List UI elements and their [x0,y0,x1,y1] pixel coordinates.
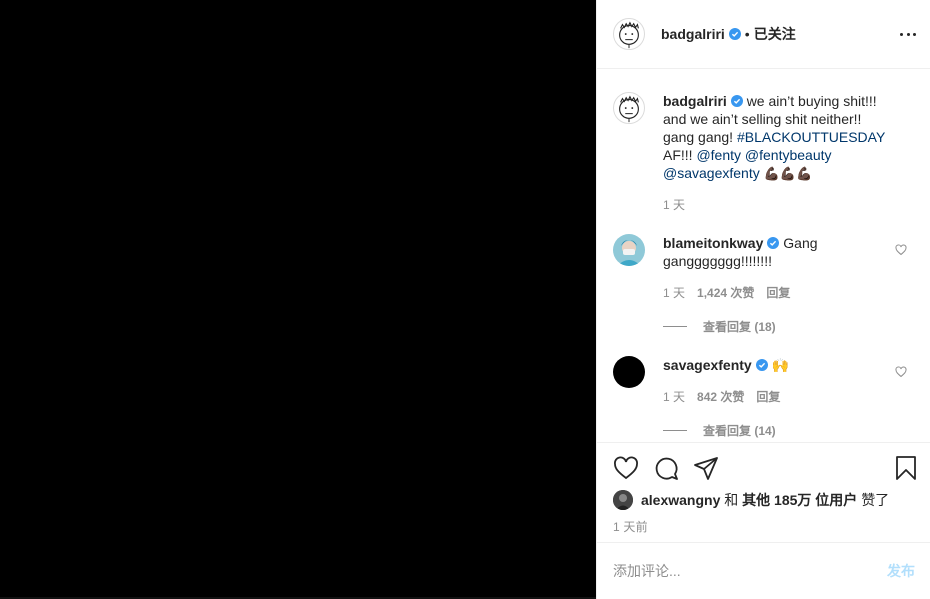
commenter-avatar[interactable] [613,234,645,266]
view-replies-button[interactable]: 查看回复 (14) [663,422,776,439]
liker-username[interactable]: alexwangny [641,492,720,508]
caption-avatar[interactable] [613,92,645,124]
comments-list[interactable]: badgalriri we ain’t buying shit!!! and w… [597,70,930,442]
view-replies-button[interactable]: 查看回复 (18) [663,318,776,335]
post-comment-button[interactable]: 发布 [887,561,915,581]
share-paper-plane-icon[interactable] [693,455,719,481]
caption-time[interactable]: 1 天 [663,198,685,212]
likes-suffix: 赞了 [861,492,890,508]
comment-input[interactable] [613,563,887,579]
flexed-biceps-emoji: 💪🏿💪🏿💪🏿 [763,166,813,181]
like-comment-heart-icon[interactable] [895,366,907,378]
like-heart-icon[interactable] [613,455,639,481]
post-timestamp[interactable]: 1 天前 [613,518,648,535]
liker-avatar[interactable] [613,490,633,510]
caption-text: badgalriri we ain’t buying shit!!! and w… [663,92,889,183]
comment-username[interactable]: blameitonkway [663,235,763,251]
verified-badge-icon [730,95,743,107]
comment-text: blameitonkway Gang ganggggggg!!!!!!!! [663,234,889,270]
post-actions [597,442,930,490]
verified-badge-icon [755,359,768,371]
post-header: badgalriri • 已关注 [597,0,930,69]
comment-2: savagexfenty 🙌 [613,356,915,388]
comment-body: 🙌 [771,357,790,373]
mention-savagexfenty[interactable]: @savagexfenty [663,165,760,181]
caption-meta: 1 天 [663,196,685,213]
mention-fenty[interactable]: @fenty [696,147,741,163]
comment-time[interactable]: 1 天 [663,390,685,404]
comment-text: savagexfenty 🙌 [663,356,889,388]
author-avatar[interactable] [613,18,645,50]
replies-divider [663,430,687,431]
follow-status-button[interactable]: 已关注 [754,24,796,44]
mention-fentybeauty[interactable]: @fentybeauty [745,147,832,163]
caption-username[interactable]: badgalriri [663,93,727,109]
caption: badgalriri we ain’t buying shit!!! and w… [613,92,915,183]
view-replies-label: 查看回复 (14) [703,424,776,438]
post-media[interactable] [0,0,596,599]
comment-1: blameitonkway Gang ganggggggg!!!!!!!! [613,234,915,270]
post-sidebar: badgalriri • 已关注 badgalriri we ain’t buy… [596,0,930,599]
save-bookmark-icon[interactable] [893,455,919,481]
replies-divider [663,326,687,327]
comment-meta: 1 天 842 次赞 回复 [663,388,780,405]
author-username[interactable]: badgalriri [661,26,725,42]
likes-and: 和 [724,492,739,508]
add-comment-bar: 发布 [597,542,930,599]
view-replies-label: 查看回复 (18) [703,320,776,334]
commenter-avatar[interactable] [613,356,645,388]
like-comment-heart-icon[interactable] [895,244,907,256]
caption-body-2: AF!!! [663,147,693,163]
hashtag-link[interactable]: #BLACKOUTTUESDAY [737,129,885,145]
comment-likes[interactable]: 842 次赞 [697,390,744,404]
verified-badge-icon [728,28,741,40]
verified-badge-icon [767,237,780,249]
comment-meta: 1 天 1,424 次赞 回复 [663,284,790,301]
comment-bubble-icon[interactable] [653,455,679,481]
header-separator: • [744,26,750,42]
comment-time[interactable]: 1 天 [663,286,685,300]
more-options-icon[interactable] [900,24,916,44]
likes-summary: alexwangny 和 其他 185万 位用户 赞了 [613,490,889,510]
comment-likes[interactable]: 1,424 次赞 [697,286,754,300]
reply-button[interactable]: 回复 [766,286,790,300]
comment-username[interactable]: savagexfenty [663,357,752,373]
reply-button[interactable]: 回复 [756,390,780,404]
likes-others-link[interactable]: 其他 185万 位用户 [742,490,857,510]
